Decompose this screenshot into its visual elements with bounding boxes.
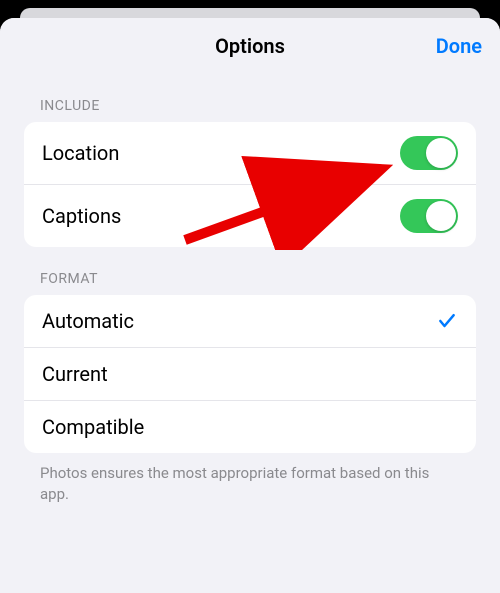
format-compatible-row[interactable]: Compatible xyxy=(24,400,476,453)
format-automatic-label: Automatic xyxy=(42,309,134,333)
done-button[interactable]: Done xyxy=(436,34,482,58)
format-automatic-row[interactable]: Automatic xyxy=(24,295,476,347)
toggle-knob xyxy=(426,138,456,168)
options-sheet: Options Done INCLUDE Location Captions F… xyxy=(0,18,500,593)
format-footer-text: Photos ensures the most appropriate form… xyxy=(0,453,500,515)
format-current-label: Current xyxy=(42,362,108,386)
captions-label: Captions xyxy=(42,204,121,228)
location-toggle[interactable] xyxy=(400,136,458,170)
captions-toggle[interactable] xyxy=(400,199,458,233)
format-compatible-label: Compatible xyxy=(42,415,144,439)
format-group: Automatic Current Compatible xyxy=(24,295,476,453)
toggle-knob xyxy=(426,201,456,231)
format-section-header: FORMAT xyxy=(0,247,500,295)
checkmark-icon xyxy=(436,310,458,332)
content: INCLUDE Location Captions FORMAT Automat… xyxy=(0,74,500,515)
include-section-header: INCLUDE xyxy=(0,74,500,122)
include-group: Location Captions xyxy=(24,122,476,247)
format-current-row[interactable]: Current xyxy=(24,347,476,400)
sheet-header: Options Done xyxy=(0,18,500,74)
location-label: Location xyxy=(42,141,119,165)
page-title: Options xyxy=(215,34,285,58)
captions-row[interactable]: Captions xyxy=(24,184,476,247)
location-row[interactable]: Location xyxy=(24,122,476,184)
